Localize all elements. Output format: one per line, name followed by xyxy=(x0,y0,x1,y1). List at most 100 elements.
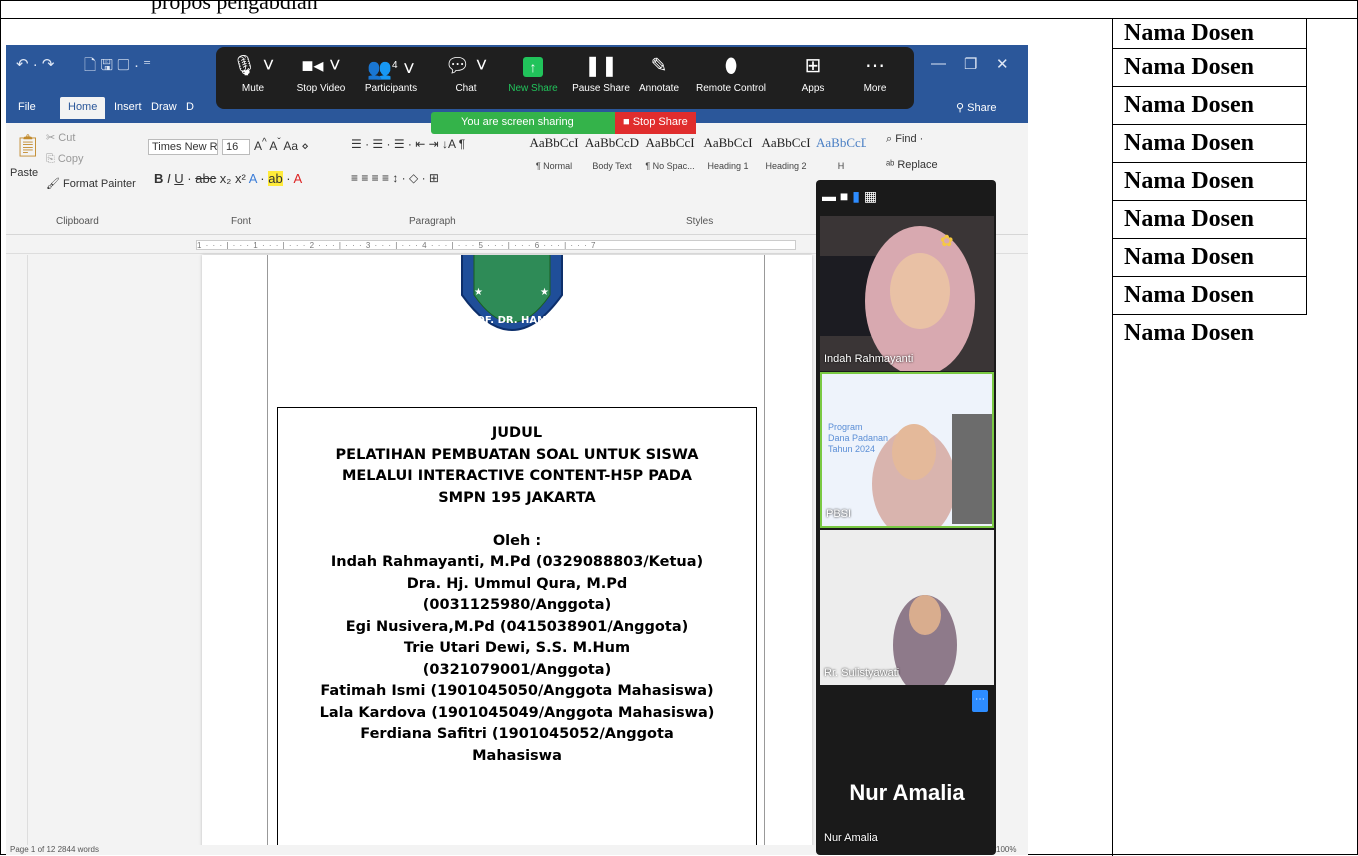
vertical-ruler xyxy=(6,255,28,845)
remote-control-button[interactable]: ⬮ Remote Control xyxy=(696,53,766,94)
participant-display-name: Nur Amalia xyxy=(849,780,965,805)
participants-icon: 👥4 ˅ xyxy=(367,58,415,81)
replace-button[interactable]: ᵃᵇ Replace xyxy=(886,159,938,171)
screenshot: ↶ · ↷ 🗋 🖫 ▢ · ⁼ — ❐ ✕ File Home Insert D… xyxy=(6,45,1028,855)
chat-label: Chat xyxy=(455,83,477,94)
style-preview: AaBbCcI xyxy=(529,135,579,150)
name-cell: Nama Dosen xyxy=(1112,201,1307,239)
svg-text:★: ★ xyxy=(474,287,483,298)
style-body-text[interactable]: AaBbCcD Body Text xyxy=(584,131,640,179)
participant-name: PBSI xyxy=(826,508,852,520)
list-buttons[interactable]: ☰ · ☰ · ☰ · ⇤ ⇥ ↓A ¶ xyxy=(351,137,465,151)
participants-button[interactable]: 👥4 ˅ Participants xyxy=(356,53,426,94)
doc-line: Egi Nusivera,M.Pd (0415038901/Anggota) xyxy=(345,618,689,635)
paste-icon[interactable]: 📋︎ xyxy=(14,133,42,159)
pen-icon: ✎ xyxy=(650,55,668,77)
style-preview: AaBbCcD xyxy=(584,135,640,150)
chat-button[interactable]: 💬︎ ˅ Chat xyxy=(431,53,501,94)
remote-control-label: Remote Control xyxy=(696,83,767,94)
style-heading-2[interactable]: AaBbCcI Heading 2 xyxy=(758,131,814,179)
right-margin-line xyxy=(764,255,765,855)
style-preview: AaBbCcI xyxy=(645,135,695,150)
style-name: ¶ No Spac... xyxy=(645,161,695,171)
restore-icon[interactable]: ❐ xyxy=(964,55,977,73)
zoom-level[interactable]: 100% xyxy=(996,845,1016,854)
font-format-buttons[interactable]: B I U · abc x₂ x² A · ab · A xyxy=(154,171,302,186)
video-tile[interactable]: ✿ Indah Rahmayanti xyxy=(820,216,994,371)
tab-home[interactable]: Home xyxy=(60,97,106,119)
zoom-video-panel: ▬ ■ ▮ ▦ ✿ Indah Rahmayanti Program Dana … xyxy=(816,180,996,855)
doc-line: PELATIHAN PEMBUATAN SOAL UNTUK SISWA xyxy=(335,446,699,463)
new-share-button[interactable]: ↑ New Share xyxy=(498,53,568,94)
mute-button[interactable]: 🎙︎ ˅ Mute xyxy=(218,53,288,94)
tab-design[interactable]: D xyxy=(186,101,194,113)
participant-video xyxy=(820,530,994,685)
style-preview: AaBbCcDı xyxy=(816,135,866,150)
participant-name: Nur Amalia xyxy=(824,832,878,844)
participant-name: Rr. Sulistyawati xyxy=(824,667,900,679)
video-tile[interactable]: Nur Amalia Nur Amalia xyxy=(820,720,994,850)
style-name: Body Text xyxy=(592,161,632,171)
tab-file[interactable]: File xyxy=(18,101,36,113)
svg-text:★: ★ xyxy=(540,287,549,298)
video-tile-active[interactable]: Program Dana Padanan Tahun 2024 PBSI xyxy=(820,372,994,528)
document-page[interactable]: PROF. DR. HAMKA ★ ★ JUDUL PELATIHAN PEMB… xyxy=(202,255,812,855)
name-cell: Nama Dosen xyxy=(1112,87,1307,125)
doc-line: Ferdiana Safitri (1901045052/Anggota xyxy=(360,726,674,742)
replace-label: Replace xyxy=(897,159,938,171)
more-label: More xyxy=(863,83,887,94)
style-no-spacing[interactable]: AaBbCcI ¶ No Spac... xyxy=(642,131,698,179)
style-heading-1[interactable]: AaBbCcI Heading 1 xyxy=(700,131,756,179)
style-title[interactable]: AaBbCcDı H xyxy=(816,131,866,179)
format-painter-button[interactable]: 🖌︎ Format Painter xyxy=(46,177,136,190)
font-name-select[interactable]: Times New Ror xyxy=(148,139,218,155)
doc-line: Lala Kardova (1901045049/Anggota Mahasis… xyxy=(319,704,715,721)
new-share-label: New Share xyxy=(508,83,558,94)
ruler-bar: 1 · · · | · · · 1 · · · | · · · 2 · · · … xyxy=(196,240,796,250)
chat-icon: 💬︎ ˅ xyxy=(444,55,488,77)
quick-access-icons[interactable]: 🗋 🖫 ▢ · ⁼ xyxy=(84,55,151,80)
doc-line: Mahasiswa xyxy=(472,747,562,764)
share-button[interactable]: ⚲ Share xyxy=(956,101,996,114)
doc-line: SMPN 195 JAKARTA xyxy=(438,489,596,506)
view-switcher[interactable]: ▬ ■ ▮ ▦ xyxy=(822,188,877,205)
align-buttons[interactable]: ≡ ≡ ≡ ≡ ↕ · ◇ · ⊞ xyxy=(351,171,439,185)
tab-insert[interactable]: Insert xyxy=(114,101,142,113)
minimize-icon[interactable]: — xyxy=(931,55,946,72)
title-box: JUDUL PELATIHAN PEMBUATAN SOAL UNTUK SIS… xyxy=(277,407,757,847)
top-text: propos pengabdian xyxy=(151,1,318,14)
format-painter-label: Format Painter xyxy=(63,178,136,190)
font-group-label: Font xyxy=(231,216,252,227)
screen-sharing-bar: You are screen sharing ■ Stop Share xyxy=(431,112,696,134)
copy-label: Copy xyxy=(57,153,84,165)
apps-button[interactable]: ⊞ Apps xyxy=(778,53,848,94)
cut-button[interactable]: ✂ Cut xyxy=(46,131,75,144)
top-row: propos pengabdian xyxy=(1,1,1357,19)
stop-share-button[interactable]: ■ Stop Share xyxy=(615,112,696,134)
font-size-buttons[interactable]: A^ Aˇ Aa ⋄ xyxy=(254,137,309,153)
paste-button[interactable]: Paste xyxy=(10,167,38,179)
copy-button[interactable]: ⎘ Copy xyxy=(46,153,84,166)
close-icon[interactable]: ✕ xyxy=(996,55,1009,73)
sharing-text: You are screen sharing xyxy=(461,116,574,128)
more-button[interactable]: ⋯ More xyxy=(840,53,910,94)
tab-draw[interactable]: Draw xyxy=(151,101,177,113)
find-button[interactable]: ⌕ Find · xyxy=(886,133,923,146)
annotate-button[interactable]: ✎ Annotate xyxy=(624,53,694,94)
names-column: Nama Dosen Nama Dosen Nama Dosen Nama Do… xyxy=(1112,19,1307,353)
video-tile[interactable]: Rr. Sulistyawati xyxy=(820,530,994,685)
tile-more-button[interactable]: ⋯ xyxy=(972,690,988,712)
video-icon: ■◂ ˅ xyxy=(301,55,341,77)
font-size-select[interactable]: 16 xyxy=(222,139,250,155)
name-cell: Nama Dosen xyxy=(1112,125,1307,163)
apps-label: Apps xyxy=(801,83,825,94)
apps-icon: ⊞ xyxy=(804,55,822,77)
university-logo: PROF. DR. HAMKA ★ ★ xyxy=(461,255,563,331)
style-normal[interactable]: AaBbCcI ¶ Normal xyxy=(526,131,582,179)
undo-icon[interactable]: ↶ · ↷ xyxy=(16,55,54,73)
doc-line: Fatimah Ismi (1901045050/Anggota Mahasis… xyxy=(320,683,714,699)
doc-line: (0031125980/Anggota) xyxy=(422,597,612,613)
stop-share-label: Stop Share xyxy=(632,116,688,128)
stop-video-button[interactable]: ■◂ ˅ Stop Video xyxy=(286,53,356,94)
participants-count: 4 xyxy=(392,60,398,71)
